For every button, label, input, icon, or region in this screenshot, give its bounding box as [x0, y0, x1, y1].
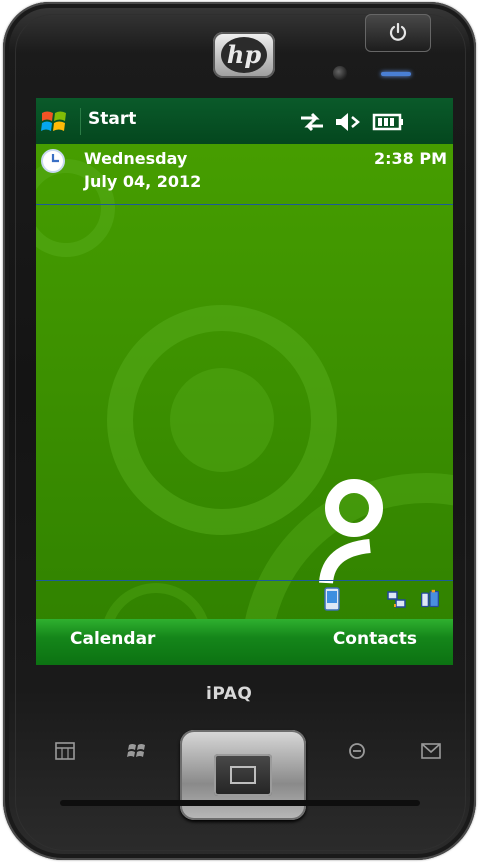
- notification-tray: [36, 582, 453, 618]
- dpad-center-icon: [230, 766, 256, 784]
- date-time-row[interactable]: Wednesday July 04, 2012 2:38 PM: [36, 144, 453, 204]
- navigation-dpad[interactable]: [180, 730, 306, 820]
- network-icon[interactable]: [386, 586, 406, 612]
- wallpaper-logo: [319, 479, 383, 584]
- speaker-muted-icon[interactable]: [334, 110, 362, 134]
- status-led: [381, 72, 411, 76]
- status-icons: [298, 110, 448, 134]
- divider-top: [36, 204, 453, 205]
- mail-hw-button[interactable]: [406, 734, 456, 768]
- camera-lens: [333, 66, 347, 80]
- connectivity-icon[interactable]: [298, 110, 326, 134]
- bluetooth-devices-icon[interactable]: [420, 586, 440, 612]
- start-hw-button[interactable]: [112, 734, 162, 768]
- title-divider: [80, 108, 81, 135]
- ok-hw-button[interactable]: [332, 734, 382, 768]
- power-icon: [389, 23, 407, 41]
- softkey-contacts[interactable]: Contacts: [333, 629, 417, 649]
- hp-logo-text: hp: [221, 37, 267, 73]
- model-label: iPAQ: [206, 684, 253, 704]
- calendar-button-icon: [55, 742, 75, 760]
- softkey-bar: Calendar Contacts: [36, 619, 453, 665]
- start-menu-label[interactable]: Start: [88, 109, 136, 129]
- today-screen: Start Wednesday July 04, 2012 2:38 PM Ca…: [36, 98, 453, 665]
- device-sync-icon[interactable]: [322, 586, 342, 612]
- clock-icon: [41, 149, 65, 173]
- date-label: July 04, 2012: [84, 172, 202, 191]
- divider-bottom: [36, 580, 453, 581]
- ok-button-icon: [349, 743, 365, 759]
- hp-logo: hp: [213, 32, 275, 78]
- title-bar: Start: [36, 98, 453, 144]
- windows-start-button-icon: [127, 744, 145, 757]
- power-button[interactable]: [365, 14, 431, 52]
- softkey-calendar[interactable]: Calendar: [70, 629, 155, 649]
- day-label: Wednesday: [84, 149, 188, 168]
- windows-flag-icon[interactable]: [40, 109, 68, 135]
- time-label: 2:38 PM: [373, 149, 447, 168]
- calendar-hw-button[interactable]: [40, 734, 90, 768]
- dpad-center-button[interactable]: [214, 754, 272, 796]
- battery-icon[interactable]: [372, 110, 406, 134]
- mail-button-icon: [421, 743, 441, 759]
- bottom-grille: [60, 800, 420, 806]
